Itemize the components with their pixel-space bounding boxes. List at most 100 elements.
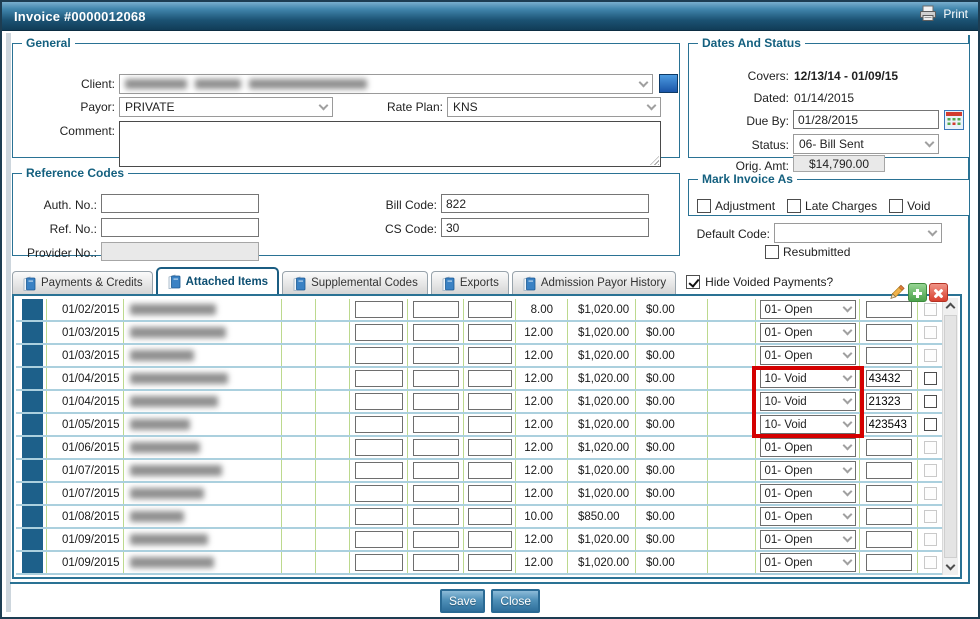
item-field-input-2[interactable]	[413, 416, 459, 433]
scrollbar-thumb[interactable]	[944, 315, 957, 558]
client-select[interactable]	[119, 74, 653, 94]
vertical-scrollbar[interactable]	[942, 298, 958, 575]
void-code-input[interactable]	[866, 531, 912, 548]
payor-select[interactable]: PRIVATE	[119, 97, 333, 117]
late-charges-checkbox[interactable]	[787, 199, 801, 213]
item-field-input-3[interactable]	[468, 393, 512, 410]
item-field-input-2[interactable]	[413, 370, 459, 387]
void-code-input[interactable]	[866, 301, 912, 318]
item-field-input-2[interactable]	[413, 508, 459, 525]
item-checkbox[interactable]	[924, 510, 937, 523]
item-field-input-3[interactable]	[468, 416, 512, 433]
item-field-input-2[interactable]	[413, 347, 459, 364]
void-code-input[interactable]	[866, 508, 912, 525]
void-checkbox[interactable]	[889, 199, 903, 213]
item-field-input-3[interactable]	[468, 485, 512, 502]
delete-icon[interactable]	[929, 283, 948, 302]
item-field-input-3[interactable]	[468, 324, 512, 341]
item-checkbox[interactable]	[924, 556, 937, 569]
tab-admission-payor-history[interactable]: Admission Payor History	[512, 271, 676, 294]
ref-no-input[interactable]	[101, 218, 259, 237]
auth-no-input[interactable]	[101, 194, 259, 213]
item-status-select[interactable]: 01- Open	[760, 484, 856, 503]
void-code-input[interactable]	[866, 554, 912, 571]
item-checkbox[interactable]	[924, 372, 937, 385]
item-field-input-3[interactable]	[468, 370, 512, 387]
tab-attached-items[interactable]: Attached Items	[156, 267, 279, 294]
calendar-icon[interactable]	[944, 110, 964, 130]
item-field-input-1[interactable]	[355, 301, 403, 318]
item-field-input-1[interactable]	[355, 393, 403, 410]
rate-plan-select[interactable]: KNS	[447, 97, 661, 117]
add-icon[interactable]	[908, 283, 927, 302]
item-checkbox[interactable]	[924, 464, 937, 477]
row-marker[interactable]	[22, 414, 46, 435]
item-status-select[interactable]: 01- Open	[760, 323, 856, 342]
status-select[interactable]: 06- Bill Sent	[793, 134, 939, 154]
item-field-input-3[interactable]	[468, 554, 512, 571]
void-code-input[interactable]	[866, 324, 912, 341]
void-code-input[interactable]	[866, 439, 912, 456]
item-status-select[interactable]: 01- Open	[760, 300, 856, 319]
default-code-select[interactable]	[774, 223, 942, 243]
item-field-input-1[interactable]	[355, 439, 403, 456]
resubmitted-checkbox[interactable]	[765, 245, 779, 259]
tab-supplemental-codes[interactable]: Supplemental Codes	[282, 271, 428, 294]
item-checkbox[interactable]	[924, 441, 937, 454]
due-by-input[interactable]	[793, 110, 939, 129]
adjustment-checkbox[interactable]	[697, 199, 711, 213]
row-marker[interactable]	[22, 506, 46, 527]
row-marker[interactable]	[22, 391, 46, 412]
item-field-input-2[interactable]	[413, 485, 459, 502]
row-marker[interactable]	[22, 368, 46, 389]
item-field-input-3[interactable]	[468, 462, 512, 479]
scroll-up-icon[interactable]	[946, 303, 956, 313]
row-marker[interactable]	[22, 345, 46, 366]
void-code-input[interactable]	[866, 393, 912, 410]
void-code-input[interactable]	[866, 462, 912, 479]
tab-payments-credits[interactable]: Payments & Credits	[12, 271, 153, 294]
pencil-icon[interactable]	[886, 283, 906, 303]
cs-code-input[interactable]	[441, 218, 649, 237]
item-field-input-2[interactable]	[413, 439, 459, 456]
row-marker[interactable]	[22, 460, 46, 481]
item-status-select[interactable]: 01- Open	[760, 507, 856, 526]
item-field-input-2[interactable]	[413, 462, 459, 479]
void-code-input[interactable]	[866, 416, 912, 433]
item-checkbox[interactable]	[924, 395, 937, 408]
row-marker[interactable]	[22, 529, 46, 550]
item-field-input-3[interactable]	[468, 508, 512, 525]
item-field-input-3[interactable]	[468, 439, 512, 456]
item-field-input-2[interactable]	[413, 554, 459, 571]
item-checkbox[interactable]	[924, 349, 937, 362]
item-status-select[interactable]: 01- Open	[760, 530, 856, 549]
item-checkbox[interactable]	[924, 533, 937, 546]
item-field-input-3[interactable]	[468, 301, 512, 318]
item-field-input-1[interactable]	[355, 370, 403, 387]
row-marker[interactable]	[22, 437, 46, 458]
item-field-input-2[interactable]	[413, 531, 459, 548]
item-status-select[interactable]: 10- Void	[760, 415, 856, 434]
scroll-down-icon[interactable]	[946, 561, 956, 571]
void-code-input[interactable]	[866, 370, 912, 387]
item-field-input-1[interactable]	[355, 462, 403, 479]
item-status-select[interactable]: 01- Open	[760, 438, 856, 457]
item-checkbox[interactable]	[924, 418, 937, 431]
item-field-input-1[interactable]	[355, 416, 403, 433]
item-field-input-1[interactable]	[355, 508, 403, 525]
item-checkbox[interactable]	[924, 303, 937, 316]
hide-voided-checkbox[interactable]	[686, 275, 700, 289]
item-status-select[interactable]: 10- Void	[760, 392, 856, 411]
save-button[interactable]: Save	[440, 589, 485, 613]
row-marker[interactable]	[22, 552, 46, 573]
item-field-input-1[interactable]	[355, 531, 403, 548]
item-field-input-2[interactable]	[413, 393, 459, 410]
item-status-select[interactable]: 01- Open	[760, 553, 856, 572]
item-checkbox[interactable]	[924, 487, 937, 500]
print-button[interactable]: Print	[918, 5, 968, 22]
client-lookup-button[interactable]	[659, 74, 678, 93]
item-field-input-3[interactable]	[468, 531, 512, 548]
item-status-select[interactable]: 01- Open	[760, 461, 856, 480]
item-field-input-1[interactable]	[355, 347, 403, 364]
item-status-select[interactable]: 01- Open	[760, 346, 856, 365]
